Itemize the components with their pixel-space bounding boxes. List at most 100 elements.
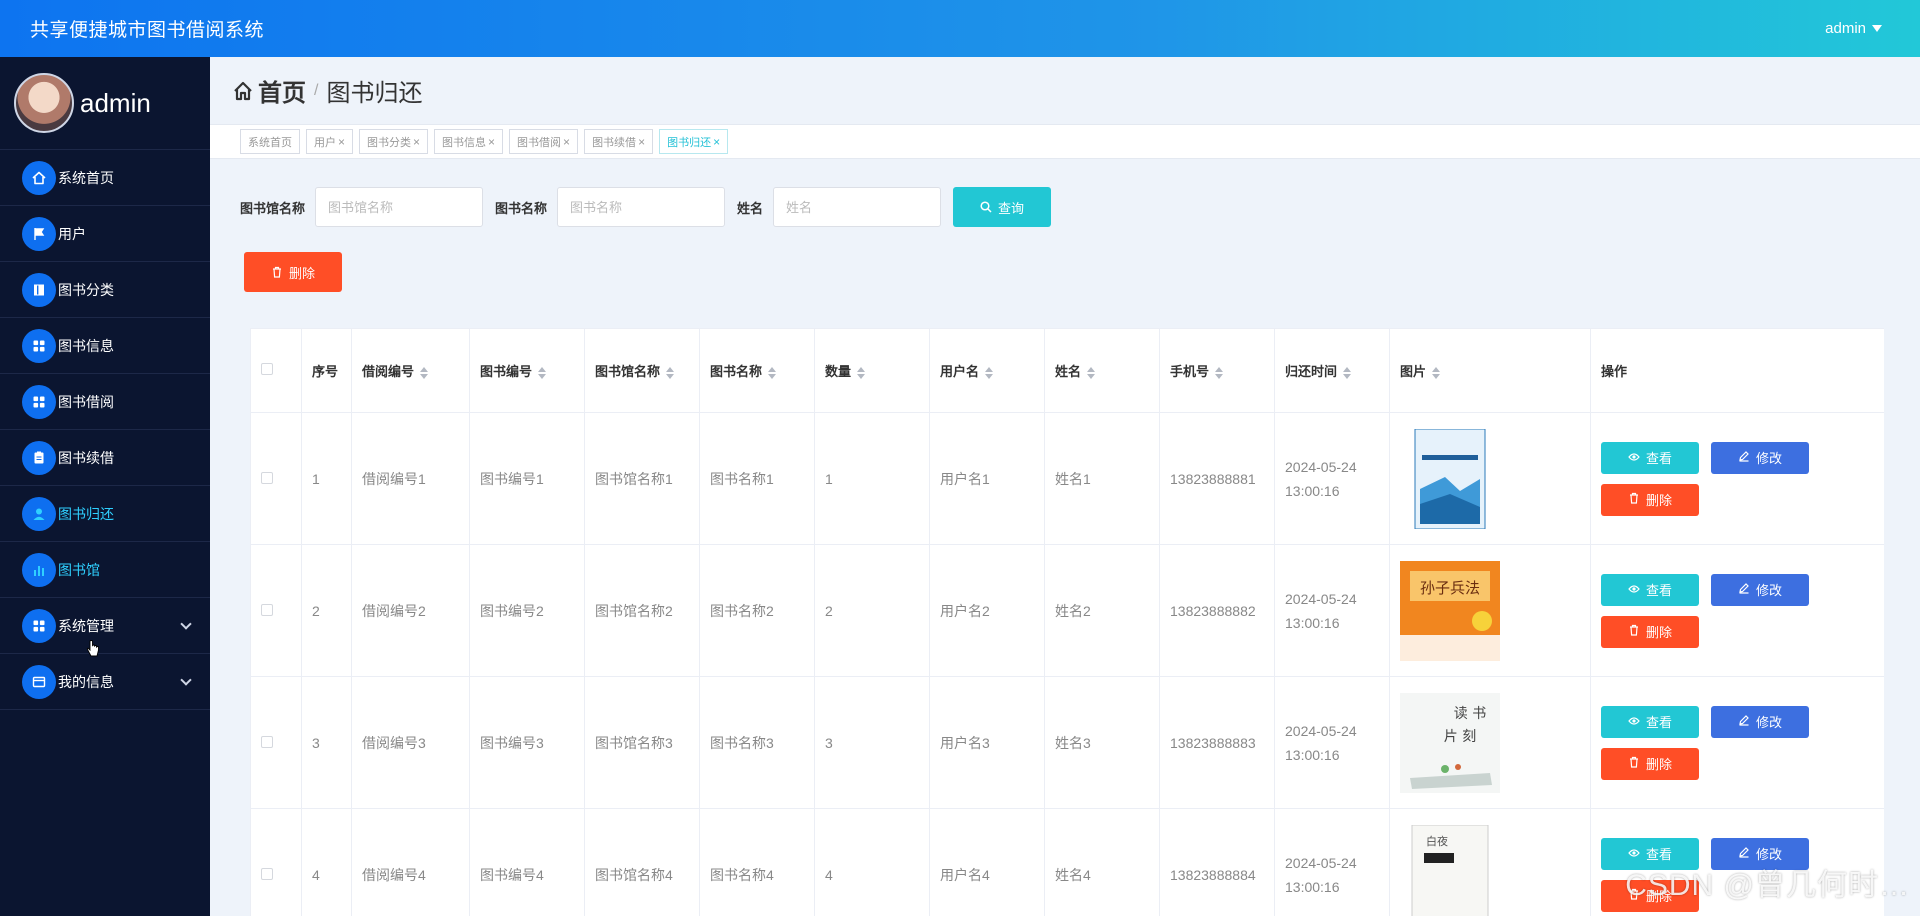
sidebar-item-5[interactable]: 图书续借	[0, 430, 210, 486]
sort-icon[interactable]	[1215, 366, 1224, 379]
tag-2[interactable]: 图书分类 ×	[359, 129, 429, 154]
tag-0[interactable]: 系统首页	[240, 129, 300, 154]
delete-button[interactable]: 删除	[1601, 483, 1699, 516]
sidebar-item-4[interactable]: 图书借阅	[0, 374, 210, 430]
avatar	[14, 73, 74, 133]
sidebar-item-6[interactable]: 图书归还	[0, 486, 210, 542]
column-header-3[interactable]: 图书馆名称	[584, 328, 700, 413]
sidebar-item-3[interactable]: 图书信息	[0, 318, 210, 374]
tag-1[interactable]: 用户 ×	[306, 129, 354, 154]
cell-borrow-no: 借阅编号1	[351, 412, 470, 545]
cell-name: 姓名3	[1044, 676, 1160, 809]
sidebar-item-label: 图书续借	[58, 449, 114, 466]
row-select-cell	[250, 412, 302, 545]
cell-username: 用户名2	[929, 544, 1045, 677]
column-header-7[interactable]: 姓名	[1044, 328, 1160, 413]
row-checkbox[interactable]	[261, 735, 273, 748]
row-checkbox[interactable]	[261, 603, 273, 616]
sort-icon[interactable]	[1343, 366, 1352, 379]
close-icon[interactable]: ×	[638, 135, 645, 149]
person-icon	[22, 496, 56, 531]
breadcrumb: 首页 / 图书归还	[210, 57, 1920, 124]
trash-icon	[1628, 492, 1640, 507]
close-icon[interactable]: ×	[413, 135, 420, 149]
tag-5[interactable]: 图书续借 ×	[584, 129, 654, 154]
row-checkbox[interactable]	[261, 471, 273, 484]
sidebar-item-label: 用户	[58, 225, 86, 242]
sort-icon[interactable]	[857, 366, 866, 379]
close-icon[interactable]: ×	[713, 135, 720, 149]
sidebar-item-label: 系统首页	[58, 169, 114, 186]
sidebar-item-2[interactable]: 图书分类	[0, 262, 210, 318]
column-header-1[interactable]: 借阅编号	[351, 328, 470, 413]
tag-label: 图书信息	[442, 136, 487, 149]
cell-cover	[1389, 412, 1591, 545]
sidebar-item-0[interactable]: 系统首页	[0, 150, 210, 206]
delete-button[interactable]: 删除	[1601, 747, 1699, 780]
svg-text:白夜: 白夜	[1426, 834, 1448, 848]
sort-icon[interactable]	[666, 366, 675, 379]
delete-button[interactable]: 删除	[1601, 615, 1699, 648]
view-button-label: 查看	[1645, 583, 1672, 598]
tag-4[interactable]: 图书借阅 ×	[509, 129, 579, 154]
tag-6[interactable]: 图书归还 ×	[659, 129, 729, 154]
row-checkbox[interactable]	[261, 867, 273, 880]
select-all-checkbox[interactable]	[261, 363, 273, 375]
close-icon[interactable]: ×	[563, 135, 570, 149]
edit-button[interactable]: 修改	[1711, 573, 1809, 606]
sort-icon[interactable]	[768, 366, 777, 379]
sidebar-item-8[interactable]: 系统管理	[0, 598, 210, 654]
column-header-6[interactable]: 用户名	[929, 328, 1045, 413]
close-icon[interactable]: ×	[338, 135, 345, 149]
view-button[interactable]: 查看	[1601, 705, 1699, 738]
edit-button[interactable]: 修改	[1711, 705, 1809, 738]
eye-icon	[1628, 714, 1640, 729]
edit-button[interactable]: 修改	[1711, 441, 1809, 474]
breadcrumb-home-label: 首页	[258, 80, 306, 107]
cell-return-time: 2024-05-24 13:00:16	[1274, 544, 1390, 677]
column-header-9[interactable]: 归还时间	[1274, 328, 1390, 413]
column-header-5[interactable]: 数量	[814, 328, 930, 413]
cell-library: 图书馆名称1	[584, 412, 700, 545]
cell-qty: 4	[814, 808, 930, 916]
search-icon	[980, 201, 992, 213]
sidebar-item-9[interactable]: 我的信息	[0, 654, 210, 710]
cell-return-time: 2024-05-24 13:00:16	[1274, 808, 1390, 916]
sidebar-item-1[interactable]: 用户	[0, 206, 210, 262]
grid-icon	[22, 608, 56, 643]
svg-text:孙子兵法: 孙子兵法	[1420, 579, 1480, 597]
batch-delete-button[interactable]: 删除	[244, 252, 342, 292]
sort-icon[interactable]	[1087, 366, 1096, 379]
sort-icon[interactable]	[538, 366, 547, 379]
sort-icon[interactable]	[985, 366, 994, 379]
cell-qty: 1	[814, 412, 930, 545]
column-header-0[interactable]: 序号	[301, 328, 352, 413]
cell-name: 姓名2	[1044, 544, 1160, 677]
sidebar-item-7[interactable]: 图书馆	[0, 542, 210, 598]
eye-icon	[1628, 846, 1640, 861]
name-input[interactable]	[773, 187, 942, 227]
sort-icon[interactable]	[420, 366, 429, 379]
cell-phone: 13823888881	[1159, 412, 1275, 545]
book-name-input[interactable]	[557, 187, 726, 227]
cell-return-time: 2024-05-24 13:00:16	[1274, 412, 1390, 545]
tag-3[interactable]: 图书信息 ×	[434, 129, 504, 154]
column-header-2[interactable]: 图书编号	[469, 328, 585, 413]
column-header-8[interactable]: 手机号	[1159, 328, 1275, 413]
close-icon[interactable]: ×	[488, 135, 495, 149]
row-actions: 查看 修改 删除	[1601, 705, 1874, 780]
cell-name: 姓名1	[1044, 412, 1160, 545]
user-menu[interactable]: admin	[1825, 20, 1882, 37]
view-button[interactable]: 查看	[1601, 441, 1699, 474]
view-button[interactable]: 查看	[1601, 573, 1699, 606]
grid-icon	[22, 384, 56, 419]
column-header-4[interactable]: 图书名称	[699, 328, 815, 413]
column-header-label: 借阅编号	[362, 364, 415, 379]
column-header-label: 图片	[1400, 364, 1427, 379]
library-name-input[interactable]	[315, 187, 484, 227]
query-button[interactable]: 查询	[953, 187, 1052, 227]
pencil-icon	[1738, 582, 1750, 597]
sort-icon[interactable]	[1432, 366, 1441, 379]
breadcrumb-home[interactable]: 首页	[232, 73, 306, 108]
column-header-10[interactable]: 图片	[1389, 328, 1591, 413]
